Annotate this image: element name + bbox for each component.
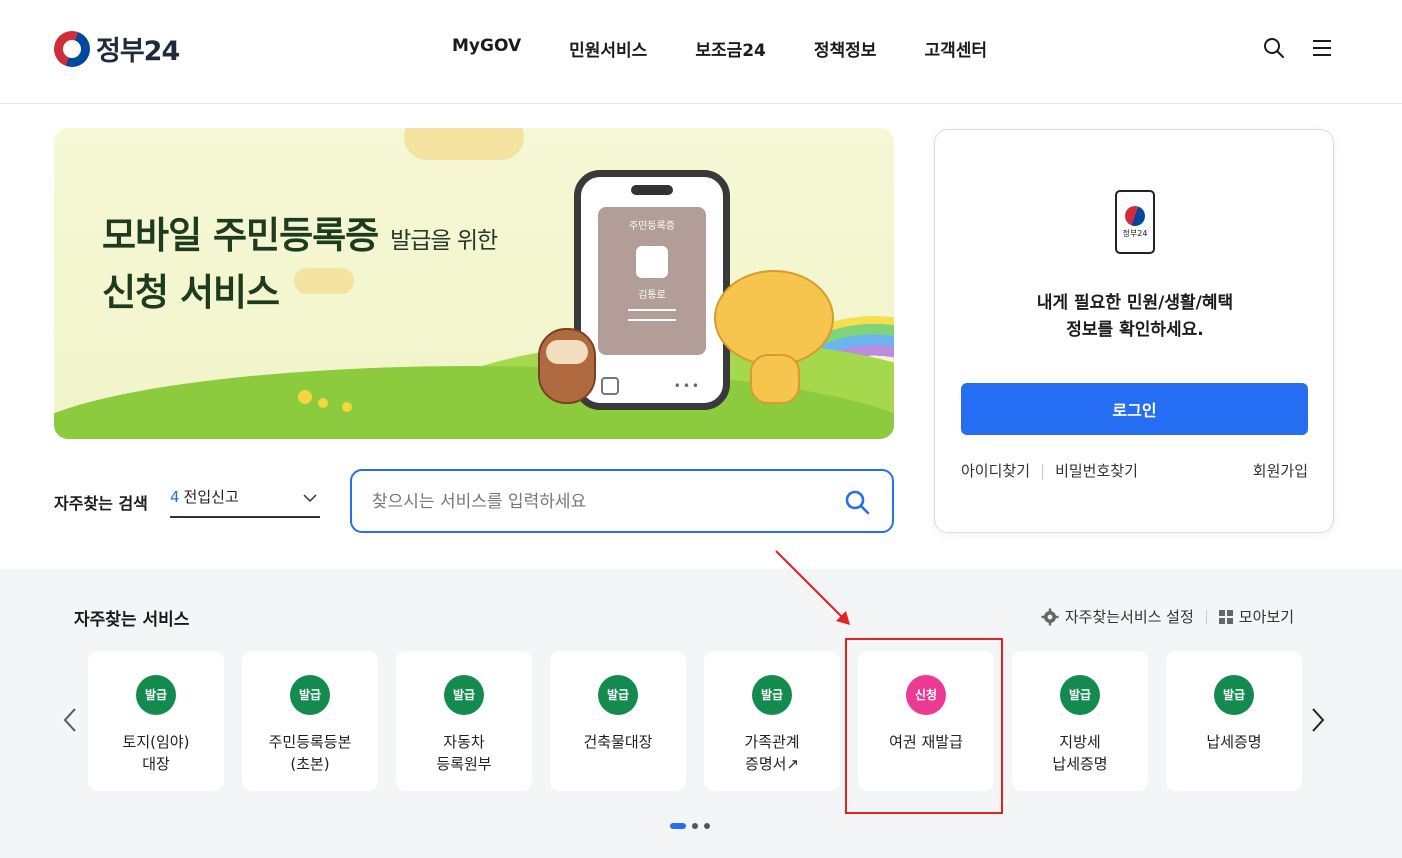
more-dots-icon: ••• [673, 379, 701, 393]
service-card-label: 납세증명 [1206, 733, 1262, 751]
search-icon[interactable] [1262, 36, 1286, 60]
login-message-line1: 내게 필요한 민원/생활/혜택 [1036, 293, 1234, 313]
red-arrow-annotation [775, 550, 850, 625]
nav-item-mygov[interactable]: MyGOV [452, 36, 521, 61]
search-input[interactable] [372, 488, 822, 516]
favorite-service-list: 발급 토지(임야) 대장 발급 주민등록등본 (초본) 발급 자동차 등록원부 … [88, 651, 1302, 791]
service-card-vehicle-register[interactable]: 발급 자동차 등록원부 [396, 651, 532, 791]
gear-icon [1041, 608, 1059, 625]
favorite-settings-button[interactable]: 자주찾는서비스 설정 [1041, 606, 1194, 627]
carousel-prev-icon[interactable] [60, 706, 80, 734]
find-password-link[interactable]: 비밀번호찾기 [1055, 462, 1138, 480]
id-card-title: 주민등록증 [629, 221, 675, 232]
issue-badge: 발급 [598, 675, 638, 715]
issue-badge: 발급 [752, 675, 792, 715]
frequent-search-label: 자주찾는 검색 [54, 494, 148, 513]
service-card-tax-certificate[interactable]: 발급 납세증명 [1166, 651, 1302, 791]
login-phone-label: 정부24 [1122, 229, 1148, 238]
owl-face [546, 340, 588, 364]
view-all-label: 모아보기 [1238, 608, 1294, 626]
service-card-label: 지방세 납세증명 [1052, 733, 1108, 773]
service-card-label: 건축물대장 [583, 733, 653, 751]
site-header: 정부24 MyGOV 민원서비스 보조금24 정책정보 고객센터 [0, 0, 1402, 104]
chevron-down-icon [303, 494, 317, 503]
id-card-line [628, 319, 676, 321]
search-row: 자주찾는 검색 4 전입신고 [54, 468, 894, 534]
id-card-line [628, 309, 676, 311]
frequent-search-keyword: 전입신고 [183, 488, 239, 506]
signup-link[interactable]: 회원가입 [1253, 460, 1308, 481]
frequent-search-rank: 4 [170, 488, 180, 506]
search-submit-icon[interactable] [844, 489, 870, 515]
issue-badge: 발급 [136, 675, 176, 715]
banner-title-line2: 신청 서비스 [102, 271, 280, 314]
favorite-settings-label: 자주찾는서비스 설정 [1064, 608, 1194, 626]
favorite-services-tools: 자주찾는서비스 설정 모아보기 [1041, 606, 1294, 627]
promo-banner[interactable]: 모바일 주민등록증 발급을 위한 신청 서비스 주민등록증 김통로 ••• [54, 128, 894, 439]
chick-illustration [342, 402, 352, 412]
issue-badge: 발급 [1060, 675, 1100, 715]
logo-text: 정부24 [96, 36, 180, 67]
service-card-local-tax-certificate[interactable]: 발급 지방세 납세증명 [1012, 651, 1148, 791]
banner-title: 모바일 주민등록증 발급을 위한 신청 서비스 [102, 212, 498, 321]
login-message: 내게 필요한 민원/생활/혜택 정보를 확인하세요. [935, 290, 1335, 344]
banner-title-small: 발급을 위한 [390, 228, 498, 254]
gov24-phone-icon: 정부24 [1115, 190, 1155, 254]
nav-item-subsidy24[interactable]: 보조금24 [695, 36, 766, 61]
phone-notch [631, 185, 673, 195]
pager-dot-3[interactable] [704, 823, 710, 829]
cloud-decoration [404, 128, 524, 160]
service-card-label: 가족관계 증명서↗ [744, 733, 800, 773]
banner-title-line1: 모바일 주민등록증 [102, 214, 379, 257]
header-actions [1262, 36, 1334, 60]
chick-illustration [318, 398, 328, 408]
grid-icon [1218, 609, 1233, 624]
login-panel: 정부24 내게 필요한 민원/생활/혜택 정보를 확인하세요. 로그인 아이디찾… [934, 129, 1334, 533]
taegeuk-logo-icon [54, 30, 90, 67]
favorite-services-title: 자주찾는 서비스 [74, 610, 190, 630]
phone-illustration: 주민등록증 김통로 ••• [574, 170, 730, 410]
issue-badge: 발급 [290, 675, 330, 715]
carousel-next-icon[interactable] [1308, 706, 1328, 734]
id-card-illustration: 주민등록증 김통로 [598, 207, 706, 355]
login-button[interactable]: 로그인 [961, 383, 1308, 435]
tools-divider [1205, 609, 1207, 624]
nav-item-customer-center[interactable]: 고객센터 [924, 36, 987, 61]
chick-illustration [298, 390, 312, 404]
nav-item-civil-services[interactable]: 민원서비스 [569, 36, 647, 61]
find-id-link[interactable]: 아이디찾기 [961, 462, 1030, 480]
service-card-family-relation[interactable]: 발급 가족관계 증명서↗ [704, 651, 840, 791]
squirrel-body [750, 354, 800, 404]
issue-badge: 발급 [1214, 675, 1254, 715]
service-card-label: 토지(임야) 대장 [122, 733, 190, 773]
link-divider: | [1040, 462, 1046, 480]
view-all-button[interactable]: 모아보기 [1218, 606, 1294, 627]
service-card-land-register[interactable]: 발급 토지(임야) 대장 [88, 651, 224, 791]
pager-dot-2[interactable] [692, 823, 698, 829]
site-logo[interactable]: 정부24 [54, 29, 180, 68]
favorite-services-section: 자주찾는 서비스 자주찾는서비스 설정 모아보기 발급 토지(임야) 대장 발급… [0, 569, 1402, 858]
pager-dot-1[interactable] [670, 823, 686, 829]
phone-home-icon [601, 377, 619, 395]
service-card-resident-registration[interactable]: 발급 주민등록등본 (초본) [242, 651, 378, 791]
login-message-line2: 정보를 확인하세요. [1066, 320, 1204, 340]
person-icon [636, 246, 668, 278]
nav-item-policy-info[interactable]: 정책정보 [814, 36, 877, 61]
main-nav: MyGOV 민원서비스 보조금24 정책정보 고객센터 [452, 36, 987, 61]
highlight-box-annotation [845, 638, 1003, 814]
search-box [350, 469, 894, 533]
login-links: 아이디찾기 | 비밀번호찾기 회원가입 [961, 460, 1308, 481]
carousel-pager [670, 823, 710, 829]
frequent-search-select[interactable]: 4 전입신고 [170, 486, 320, 518]
service-card-building-register[interactable]: 발급 건축물대장 [550, 651, 686, 791]
service-card-label: 자동차 등록원부 [436, 733, 492, 773]
id-card-name: 김통로 [638, 290, 666, 301]
squirrel-character [714, 270, 834, 366]
service-card-label: 주민등록등본 (초본) [268, 733, 352, 773]
hamburger-menu-icon[interactable] [1310, 36, 1334, 60]
taegeuk-logo-icon [1125, 206, 1145, 226]
issue-badge: 발급 [444, 675, 484, 715]
